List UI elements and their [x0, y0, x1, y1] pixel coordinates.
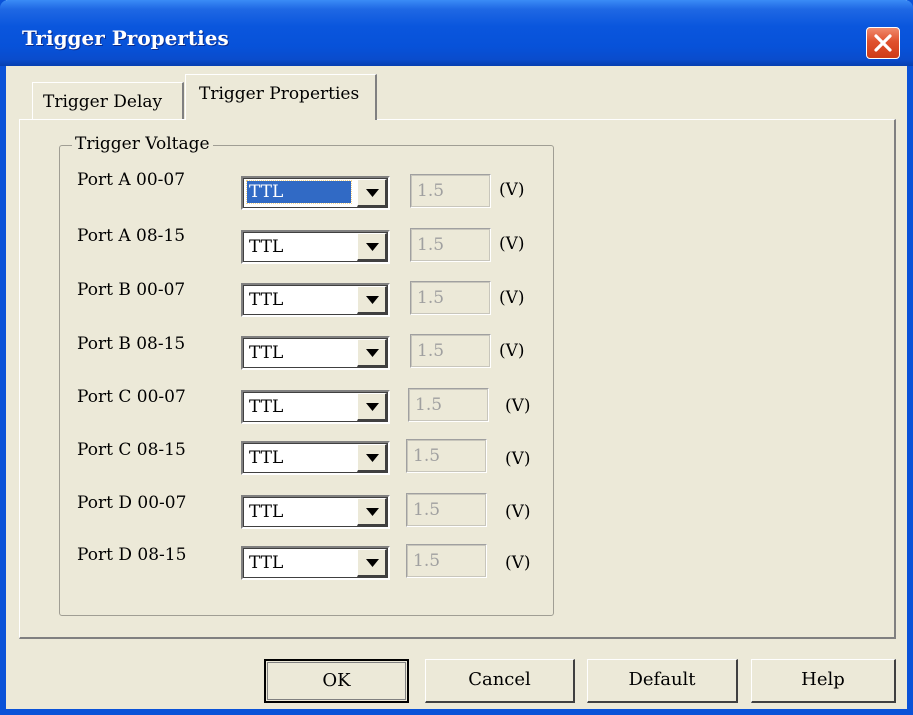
dropdown-value: TTL: [249, 502, 284, 522]
mode-dropdown[interactable]: TTL: [241, 230, 390, 264]
voltage-value: 1.5: [415, 395, 443, 415]
dropdown-value: TTL: [246, 180, 352, 204]
voltage-field[interactable]: 1.5: [410, 228, 491, 262]
voltage-value: 1.5: [413, 500, 441, 520]
voltage-field[interactable]: 1.5: [406, 439, 487, 473]
port-label: Port B 00-07: [77, 280, 186, 300]
dropdown-button[interactable]: [357, 549, 387, 577]
dropdown-value: TTL: [249, 553, 284, 573]
chevron-down-icon: [366, 508, 379, 516]
dropdown-button[interactable]: [357, 339, 387, 367]
voltage-value: 1.5: [417, 235, 445, 255]
cancel-button[interactable]: Cancel: [425, 659, 575, 703]
mode-dropdown[interactable]: TTL: [241, 390, 390, 424]
chevron-down-icon: [366, 243, 379, 251]
voltage-value: 1.5: [417, 341, 445, 361]
tab-trigger-delay[interactable]: Trigger Delay: [32, 82, 184, 119]
port-label: Port A 08-15: [77, 226, 186, 246]
voltage-field[interactable]: 1.5: [410, 281, 491, 315]
dropdown-value: TTL: [249, 237, 284, 257]
port-label: Port C 00-07: [77, 387, 186, 407]
mode-dropdown[interactable]: TTL: [241, 336, 390, 370]
voltage-field[interactable]: 1.5: [406, 544, 487, 578]
mode-dropdown[interactable]: TTL: [241, 441, 390, 475]
ok-button[interactable]: OK: [264, 659, 409, 703]
chevron-down-icon: [366, 189, 379, 197]
dropdown-button[interactable]: [357, 444, 387, 472]
voltage-field[interactable]: 1.5: [410, 334, 491, 368]
voltage-value: 1.5: [413, 551, 441, 571]
window-title: Trigger Properties: [22, 26, 229, 50]
dropdown-value: TTL: [249, 343, 284, 363]
dropdown-value: TTL: [249, 448, 284, 468]
port-label: Port A 00-07: [77, 170, 186, 190]
unit-label: (V): [505, 449, 531, 469]
dropdown-button[interactable]: [357, 233, 387, 261]
help-button[interactable]: Help: [751, 659, 896, 703]
group-title: Trigger Voltage: [72, 134, 213, 154]
close-icon: [874, 34, 892, 52]
voltage-value: 1.5: [413, 446, 441, 466]
port-label: Port C 08-15: [77, 440, 186, 460]
mode-dropdown[interactable]: TTL: [241, 495, 390, 529]
dropdown-button[interactable]: [357, 286, 387, 314]
dropdown-value: TTL: [249, 290, 284, 310]
chevron-down-icon: [366, 454, 379, 462]
mode-dropdown[interactable]: TTL: [241, 283, 390, 317]
mode-dropdown[interactable]: TTL: [241, 546, 390, 580]
dropdown-button[interactable]: [357, 498, 387, 526]
close-button[interactable]: [866, 27, 900, 59]
voltage-value: 1.5: [417, 288, 445, 308]
dropdown-button[interactable]: [357, 393, 387, 421]
mode-dropdown[interactable]: TTL: [241, 176, 390, 210]
chevron-down-icon: [366, 296, 379, 304]
port-label: Port D 00-07: [77, 493, 187, 513]
tab-trigger-properties[interactable]: Trigger Properties: [185, 74, 377, 120]
voltage-field[interactable]: 1.5: [408, 388, 489, 422]
chevron-down-icon: [366, 403, 379, 411]
dropdown-button[interactable]: [357, 179, 387, 207]
voltage-field[interactable]: 1.5: [406, 493, 487, 527]
unit-label: (V): [505, 502, 531, 522]
unit-label: (V): [499, 288, 525, 308]
unit-label: (V): [499, 180, 525, 200]
title-bar[interactable]: Trigger Properties: [0, 0, 913, 66]
unit-label: (V): [499, 234, 525, 254]
port-label: Port D 08-15: [77, 545, 187, 565]
port-label: Port B 08-15: [77, 334, 186, 354]
dropdown-value: TTL: [249, 397, 284, 417]
voltage-field[interactable]: 1.5: [410, 174, 491, 208]
tab-label: Trigger Properties: [199, 84, 360, 104]
unit-label: (V): [505, 553, 531, 573]
default-button[interactable]: Default: [587, 659, 738, 703]
tab-label: Trigger Delay: [43, 92, 163, 112]
voltage-value: 1.5: [417, 181, 445, 201]
chevron-down-icon: [366, 349, 379, 357]
unit-label: (V): [505, 396, 531, 416]
chevron-down-icon: [366, 559, 379, 567]
unit-label: (V): [499, 341, 525, 361]
